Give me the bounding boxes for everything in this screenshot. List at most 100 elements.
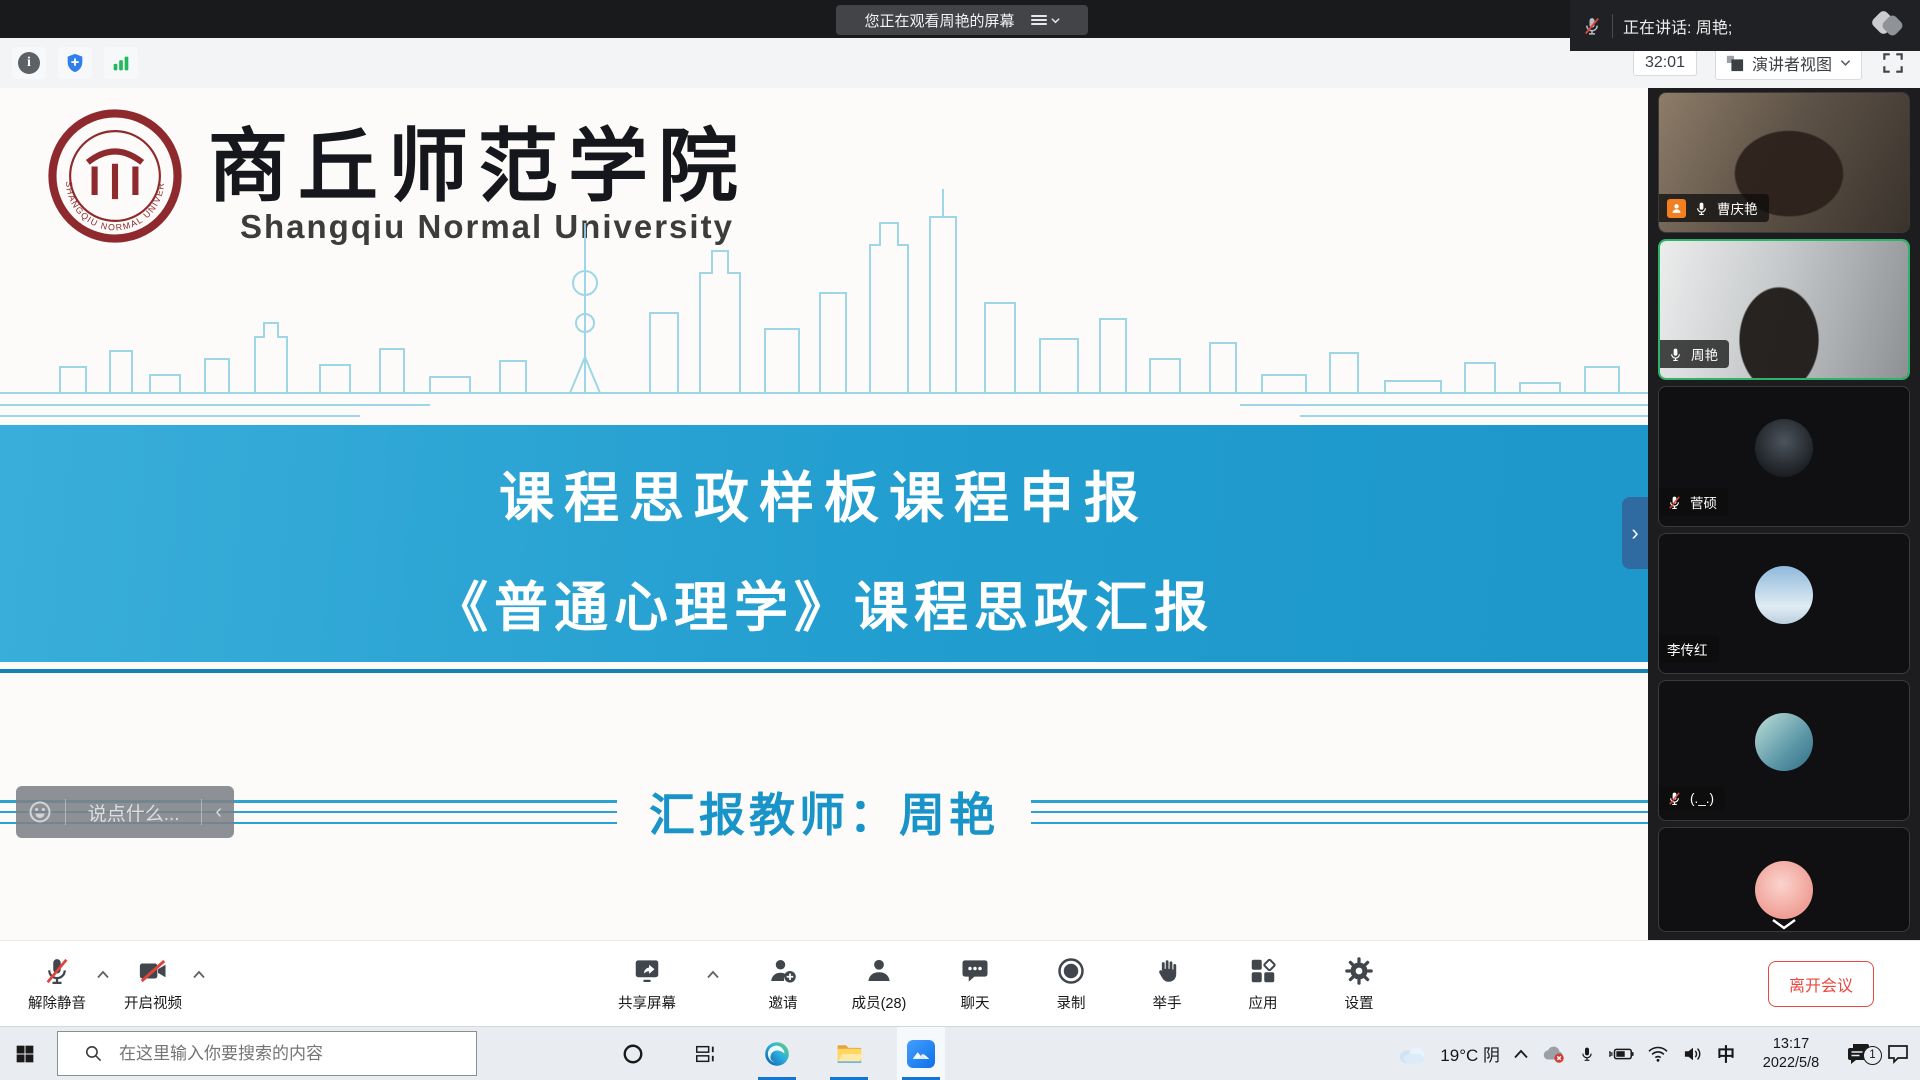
banner-underline <box>0 669 1648 673</box>
taskbar-clock[interactable]: 13:17 2022/5/8 <box>1748 1035 1834 1073</box>
meeting-info-button[interactable]: i <box>12 47 46 79</box>
apps-button[interactable]: 应用 <box>1228 956 1298 1013</box>
tray-mic-icon[interactable] <box>1579 1044 1595 1064</box>
unmute-button[interactable]: 解除静音 <box>22 956 92 1013</box>
participant-tile[interactable]: 李传红 <box>1658 533 1910 674</box>
tray-expand-caret[interactable] <box>1513 1049 1529 1059</box>
record-button[interactable]: 录制 <box>1036 956 1106 1013</box>
volume-icon[interactable] <box>1682 1045 1704 1063</box>
record-label: 录制 <box>1057 992 1086 1013</box>
signal-bars-icon <box>110 52 132 74</box>
raise-hand-icon <box>1153 956 1181 986</box>
search-input[interactable] <box>117 1043 451 1065</box>
members-icon <box>864 956 894 986</box>
divider <box>65 799 66 825</box>
leave-meeting-button[interactable]: 离开会议 <box>1768 961 1874 1007</box>
scroll-participants-down-button[interactable] <box>1761 914 1807 934</box>
mic-muted-icon <box>1582 16 1602 36</box>
wifi-icon[interactable] <box>1647 1045 1669 1063</box>
battery-plug-icon[interactable] <box>1608 1045 1634 1063</box>
file-explorer-button[interactable] <box>825 1027 873 1080</box>
settings-button[interactable]: 设置 <box>1324 956 1394 1013</box>
windows-logo-icon <box>15 1044 35 1064</box>
host-role-icon <box>1667 199 1686 218</box>
ime-indicator[interactable]: 中 <box>1717 1041 1735 1067</box>
hamburger-lines <box>1031 13 1047 27</box>
chat-placeholder[interactable]: 说点什么... <box>79 799 188 826</box>
caret-down-icon <box>1840 59 1851 67</box>
meeting-app-icon <box>907 1040 935 1068</box>
taskbar-search-box[interactable] <box>57 1031 477 1076</box>
participant-name-badge: (._.) <box>1659 787 1725 810</box>
share-screen-label: 共享屏幕 <box>618 992 676 1013</box>
start-video-button[interactable]: 开启视频 <box>118 956 188 1013</box>
meeting-window: 您正在观看周艳的屏幕 正在讲话: 周艳; i <box>0 0 1920 1080</box>
screen-share-title: 您正在观看周艳的屏幕 <box>864 10 1014 31</box>
raise-hand-button[interactable]: 举手 <box>1132 956 1202 1013</box>
view-mode-label: 演讲者视图 <box>1752 51 1832 75</box>
shield-plus-icon <box>64 52 86 74</box>
clock-date: 2022/5/8 <box>1748 1054 1834 1073</box>
collapse-chat-icon[interactable]: ‹ <box>215 801 222 824</box>
task-view-button[interactable] <box>681 1027 729 1080</box>
danmaku-chat-input[interactable]: 说点什么... ‹ <box>16 786 234 838</box>
banner-line2: 《普通心理学》课程思政汇报 <box>0 563 1648 642</box>
participant-tile[interactable]: 菅硕 <box>1658 386 1910 527</box>
record-icon <box>1056 956 1086 986</box>
fullscreen-icon[interactable] <box>1880 50 1906 76</box>
invite-button[interactable]: 邀请 <box>748 956 818 1013</box>
cortana-button[interactable] <box>609 1027 657 1080</box>
clock-time: 13:17 <box>1748 1035 1834 1054</box>
caret-down-icon <box>1051 17 1060 24</box>
edge-browser-button[interactable] <box>753 1027 801 1080</box>
network-quality-button[interactable] <box>104 47 138 79</box>
security-button[interactable] <box>58 47 92 79</box>
mic-muted-icon <box>1667 791 1682 806</box>
participant-tile[interactable]: (._.) <box>1658 680 1910 821</box>
participant-name: 曹庆艳 <box>1717 198 1758 218</box>
chat-label: 聊天 <box>961 992 990 1013</box>
chat-bubble-icon <box>960 956 990 986</box>
notification-chat-button[interactable]: 1 <box>1847 1042 1873 1066</box>
participants-sidebar: 曹庆艳 周艳 <box>1648 88 1920 940</box>
weather-cloud-icon[interactable] <box>1397 1043 1427 1065</box>
presenter-row: 汇报教师：周艳 <box>0 783 1648 841</box>
action-center-icon[interactable] <box>1886 1043 1910 1065</box>
weather-text[interactable]: 19°C 阴 <box>1440 1041 1500 1066</box>
share-screen-button[interactable]: 共享屏幕 <box>612 956 682 1013</box>
participant-tile[interactable]: 周艳 <box>1658 239 1910 380</box>
share-menu-icon[interactable] <box>1031 13 1060 27</box>
info-icon: i <box>18 52 40 74</box>
emoji-icon[interactable] <box>28 800 52 824</box>
start-button[interactable] <box>0 1027 50 1080</box>
mic-muted-icon <box>42 956 72 986</box>
divider <box>201 799 202 825</box>
edge-icon <box>763 1040 791 1068</box>
mic-on-icon <box>1668 347 1683 362</box>
task-view-icon <box>694 1043 716 1065</box>
participant-avatar <box>1755 419 1813 477</box>
mic-options-caret[interactable] <box>96 970 110 979</box>
sidebar-expand-tab[interactable]: › <box>1622 497 1648 569</box>
gear-icon <box>1344 956 1374 986</box>
layout-icon <box>1726 54 1744 72</box>
invite-label: 邀请 <box>769 992 798 1013</box>
chat-button[interactable]: 聊天 <box>940 956 1010 1013</box>
meeting-timer: 32:01 <box>1633 50 1697 76</box>
screen-share-status-pill[interactable]: 您正在观看周艳的屏幕 <box>836 5 1088 35</box>
speaking-indicator-text: 正在讲话: 周艳; <box>1623 14 1732 38</box>
view-mode-selector[interactable]: 演讲者视图 <box>1715 46 1862 80</box>
share-options-caret[interactable] <box>706 970 720 979</box>
participant-tile[interactable]: 曹庆艳 <box>1658 92 1910 233</box>
participant-name-badge: 李传红 <box>1659 635 1719 663</box>
participant-name-badge: 曹庆艳 <box>1659 194 1769 222</box>
mic-muted-icon <box>1667 495 1682 510</box>
video-options-caret[interactable] <box>192 970 206 979</box>
meeting-app-button[interactable] <box>897 1027 945 1080</box>
notification-count-badge: 1 <box>1863 1046 1882 1065</box>
participant-name: 菅硕 <box>1690 492 1717 512</box>
cloud-sync-error-icon[interactable] <box>1542 1044 1566 1064</box>
participant-avatar <box>1755 566 1813 624</box>
members-button[interactable]: 成员(28) <box>844 956 914 1013</box>
file-explorer-icon <box>835 1040 863 1068</box>
